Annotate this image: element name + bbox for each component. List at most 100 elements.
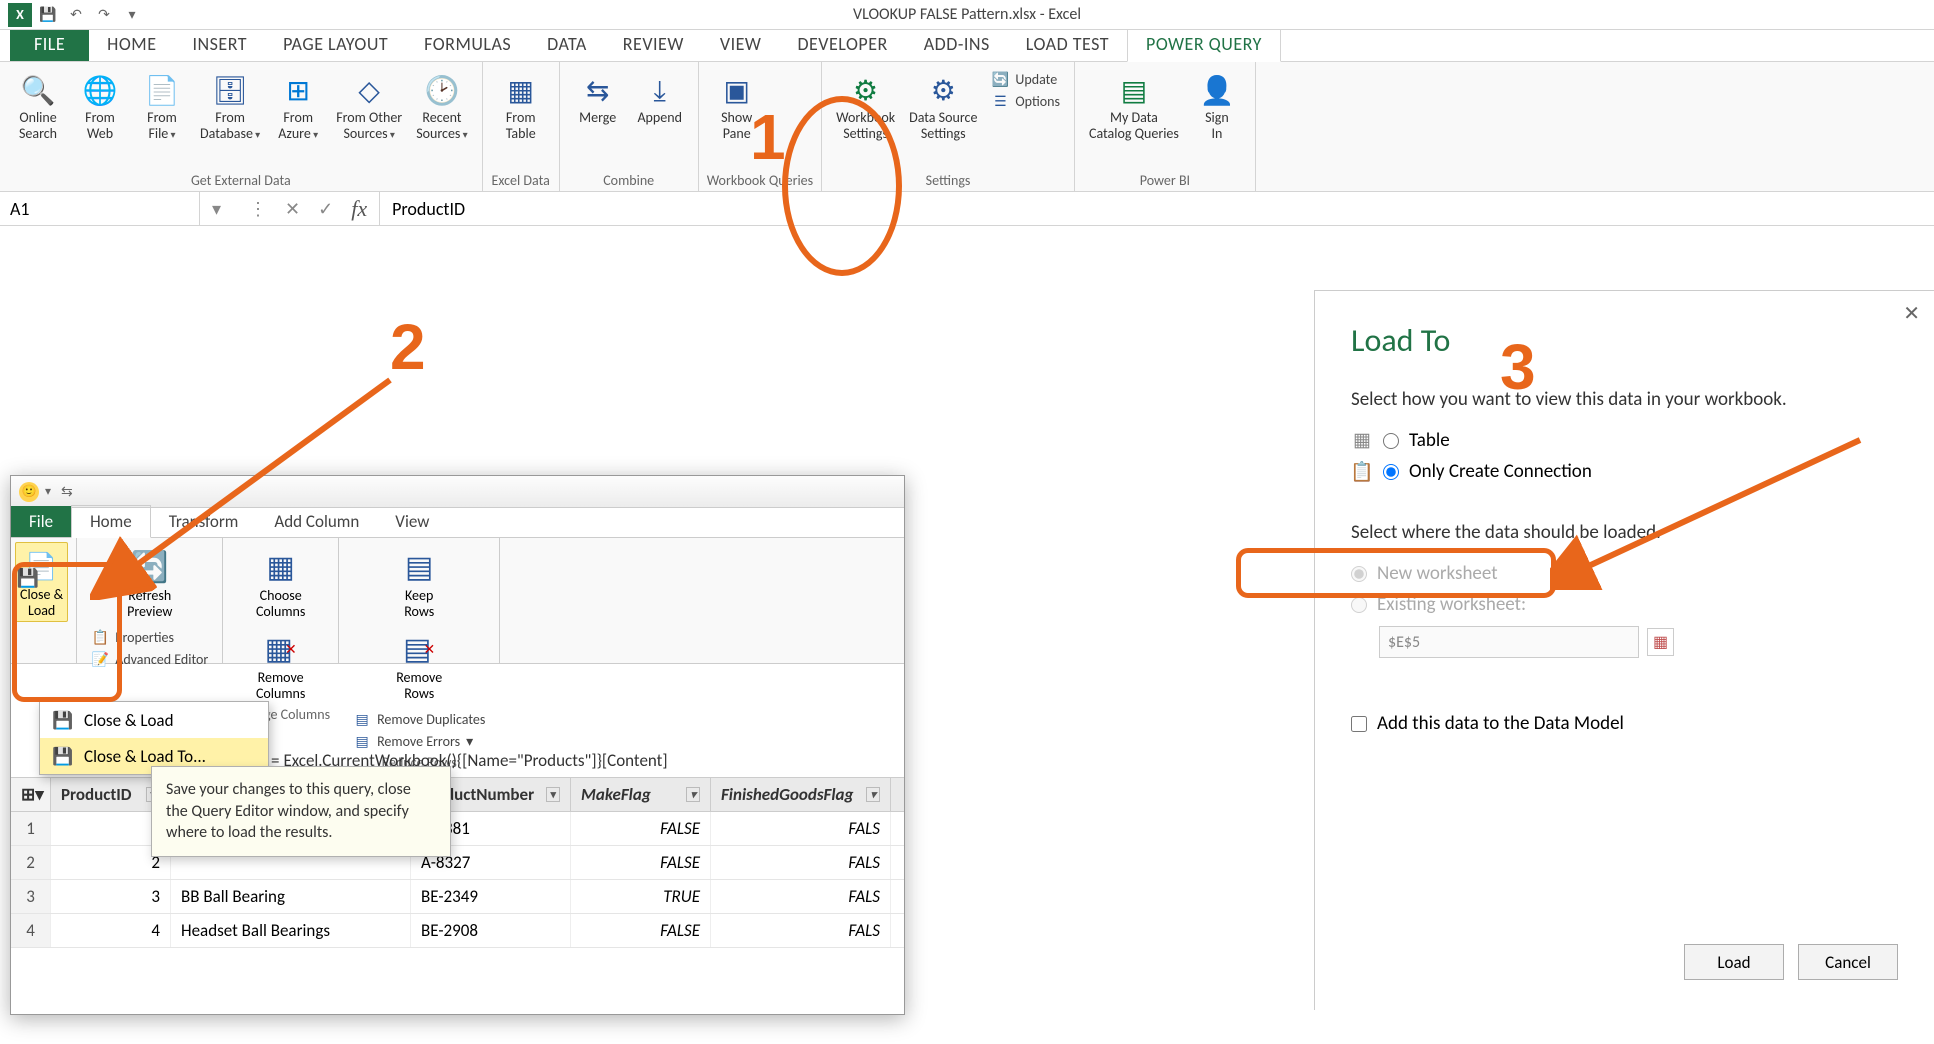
remove-columns-button[interactable]: ▦✕Remove Columns xyxy=(231,624,330,706)
close-load-dropdown: 💾Close & Load 💾Close & Load To... xyxy=(39,701,269,775)
tab-file[interactable]: FILE xyxy=(10,27,89,61)
cancel-button[interactable]: Cancel xyxy=(1798,944,1898,980)
close-icon[interactable]: ✕ xyxy=(1903,301,1920,326)
remove-duplicates-button[interactable]: ▤Remove Duplicates xyxy=(353,710,485,728)
window-title: VLOOKUP FALSE Pattern.xlsx - Excel xyxy=(853,5,1081,24)
update-button[interactable]: 🔄Update xyxy=(991,70,1060,88)
row-header-corner[interactable]: ⊞▾ xyxy=(11,778,51,811)
qat-dropdown[interactable]: ▾ xyxy=(120,4,144,26)
table-icon: ▦ xyxy=(1351,430,1373,452)
close-load-icon: 💾 xyxy=(52,709,74,731)
select-view-label: Select how you want to view this data in… xyxy=(1351,388,1898,411)
table-row[interactable]: 44Headset Ball BearingsBE-2908FALSEFALS xyxy=(11,914,904,948)
annotation-box-only-connection xyxy=(1236,548,1556,598)
formula-input[interactable]: ProductID xyxy=(379,192,1934,225)
tooltip: Save your changes to this query, close t… xyxy=(151,766,451,857)
refresh-icon: 🔄 xyxy=(991,70,1009,88)
redo-icon[interactable]: ↷ xyxy=(92,4,116,26)
azure-icon: ⊞ xyxy=(278,70,318,110)
name-box[interactable]: A1 xyxy=(0,192,200,225)
accept-icon[interactable]: ✓ xyxy=(318,198,333,220)
database-icon: 🗄 xyxy=(210,70,250,110)
append-button[interactable]: ⤓Append xyxy=(630,66,690,130)
tab-formulas[interactable]: FORMULAS xyxy=(406,27,529,61)
user-icon: 👤 xyxy=(1197,70,1237,110)
remove-rows-button[interactable]: ▤✕Remove Rows xyxy=(347,624,491,706)
feedback-icon[interactable]: 🙂 xyxy=(19,482,39,502)
my-data-catalog-button[interactable]: ▤My Data Catalog Queries xyxy=(1083,66,1185,146)
sign-in-button[interactable]: 👤Sign In xyxy=(1187,66,1247,146)
table-icon: ▦ xyxy=(501,70,541,110)
annotation-arrow-3 xyxy=(1550,430,1890,590)
checkbox-data-model[interactable] xyxy=(1351,716,1367,732)
group-excel-data: Excel Data xyxy=(491,170,551,189)
data-source-settings-button[interactable]: ⚙Data Source Settings xyxy=(903,66,983,146)
catalog-icon: ▤ xyxy=(1114,70,1154,110)
from-file-button[interactable]: 📄From File xyxy=(132,66,192,146)
undo-icon[interactable]: ↶ xyxy=(64,4,88,26)
web-icon: 🌐 xyxy=(80,70,120,110)
errors-icon: ▤ xyxy=(353,732,371,750)
table-row[interactable]: 22A-8327FALSEFALS xyxy=(11,846,904,880)
remove-rows-icon: ▤✕ xyxy=(398,628,440,670)
recent-icon: 🕑 xyxy=(422,70,462,110)
annotation-1: 1 xyxy=(750,100,786,174)
tab-powerquery[interactable]: POWER QUERY xyxy=(1127,26,1281,62)
table-row[interactable]: 11R-5381FALSEFALS xyxy=(11,812,904,846)
append-icon: ⤓ xyxy=(640,70,680,110)
qe-tab-file[interactable]: File xyxy=(11,506,71,537)
load-to-pane: ✕ Load To Select how you want to view th… xyxy=(1314,290,1934,1010)
radio-existing-worksheet xyxy=(1351,597,1367,613)
tab-review[interactable]: REVIEW xyxy=(605,27,702,61)
group-power-bi: Power BI xyxy=(1083,170,1247,189)
excel-icon: X xyxy=(8,3,32,27)
tab-loadtest[interactable]: LOAD TEST xyxy=(1008,27,1127,61)
options-icon: ☰ xyxy=(991,92,1009,110)
save-icon[interactable]: 💾 xyxy=(36,4,60,26)
other-sources-icon: ◇ xyxy=(349,70,389,110)
tab-pagelayout[interactable]: PAGE LAYOUT xyxy=(265,27,406,61)
radio-only-connection[interactable] xyxy=(1383,464,1399,480)
table-row[interactable]: 33BB Ball BearingBE-2349TRUEFALS xyxy=(11,880,904,914)
online-search-button[interactable]: 🔍Online Search xyxy=(8,66,68,146)
worksheet-cell-input xyxy=(1379,626,1639,658)
radio-table[interactable] xyxy=(1383,433,1399,449)
load-button[interactable]: Load xyxy=(1684,944,1784,980)
tab-addins[interactable]: ADD-INS xyxy=(906,27,1008,61)
ribbon: 🔍Online Search 🌐From Web 📄From File 🗄Fro… xyxy=(0,62,1934,192)
tab-insert[interactable]: INSERT xyxy=(174,27,265,61)
gear-icon: ⚙ xyxy=(923,70,963,110)
ribbon-tabs: FILE HOME INSERT PAGE LAYOUT FORMULAS DA… xyxy=(0,30,1934,62)
opt-add-to-model[interactable]: Add this data to the Data Model xyxy=(1351,708,1898,739)
tab-home[interactable]: HOME xyxy=(89,27,174,61)
tab-view[interactable]: VIEW xyxy=(702,27,780,61)
from-other-sources-button[interactable]: ◇From Other Sources xyxy=(330,66,408,146)
col-finishedgoodsflag[interactable]: FinishedGoodsFlag xyxy=(711,778,891,811)
from-web-button[interactable]: 🌐From Web xyxy=(70,66,130,146)
tab-developer[interactable]: DEVELOPER xyxy=(779,27,905,61)
menu-close-load[interactable]: 💾Close & Load xyxy=(40,702,268,738)
group-get-external-data: Get External Data xyxy=(8,170,474,189)
remove-errors-button[interactable]: ▤Remove Errors ▾ xyxy=(353,732,485,750)
fx-icon[interactable]: fx xyxy=(351,196,367,222)
title-bar: X 💾 ↶ ↷ ▾ VLOOKUP FALSE Pattern.xlsx - E… xyxy=(0,0,1934,30)
search-icon: 🔍 xyxy=(18,70,58,110)
namebox-dropdown-icon[interactable]: ▾ xyxy=(212,198,221,220)
formula-bar: A1 ▾ ⋮ ✕ ✓ fx ProductID xyxy=(0,192,1934,226)
close-load-to-icon: 💾 xyxy=(52,745,74,767)
from-azure-button[interactable]: ⊞From Azure xyxy=(268,66,328,146)
quick-access-toolbar: X 💾 ↶ ↷ ▾ xyxy=(0,3,144,27)
merge-button[interactable]: ⇆Merge xyxy=(568,66,628,130)
range-picker-icon: ▦ xyxy=(1647,628,1674,656)
cancel-icon[interactable]: ✕ xyxy=(285,198,300,220)
from-table-button[interactable]: ▦From Table xyxy=(491,66,551,146)
annotation-3: 3 xyxy=(1500,330,1536,404)
tab-data[interactable]: DATA xyxy=(529,27,605,61)
recent-sources-button[interactable]: 🕑Recent Sources xyxy=(410,66,474,146)
options-button[interactable]: ☰Options xyxy=(991,92,1060,110)
col-makeflag[interactable]: MakeFlag xyxy=(571,778,711,811)
load-to-title: Load To xyxy=(1351,321,1898,360)
annotation-arrow-2 xyxy=(90,370,410,600)
from-database-button[interactable]: 🗄From Database xyxy=(194,66,266,146)
duplicates-icon: ▤ xyxy=(353,710,371,728)
